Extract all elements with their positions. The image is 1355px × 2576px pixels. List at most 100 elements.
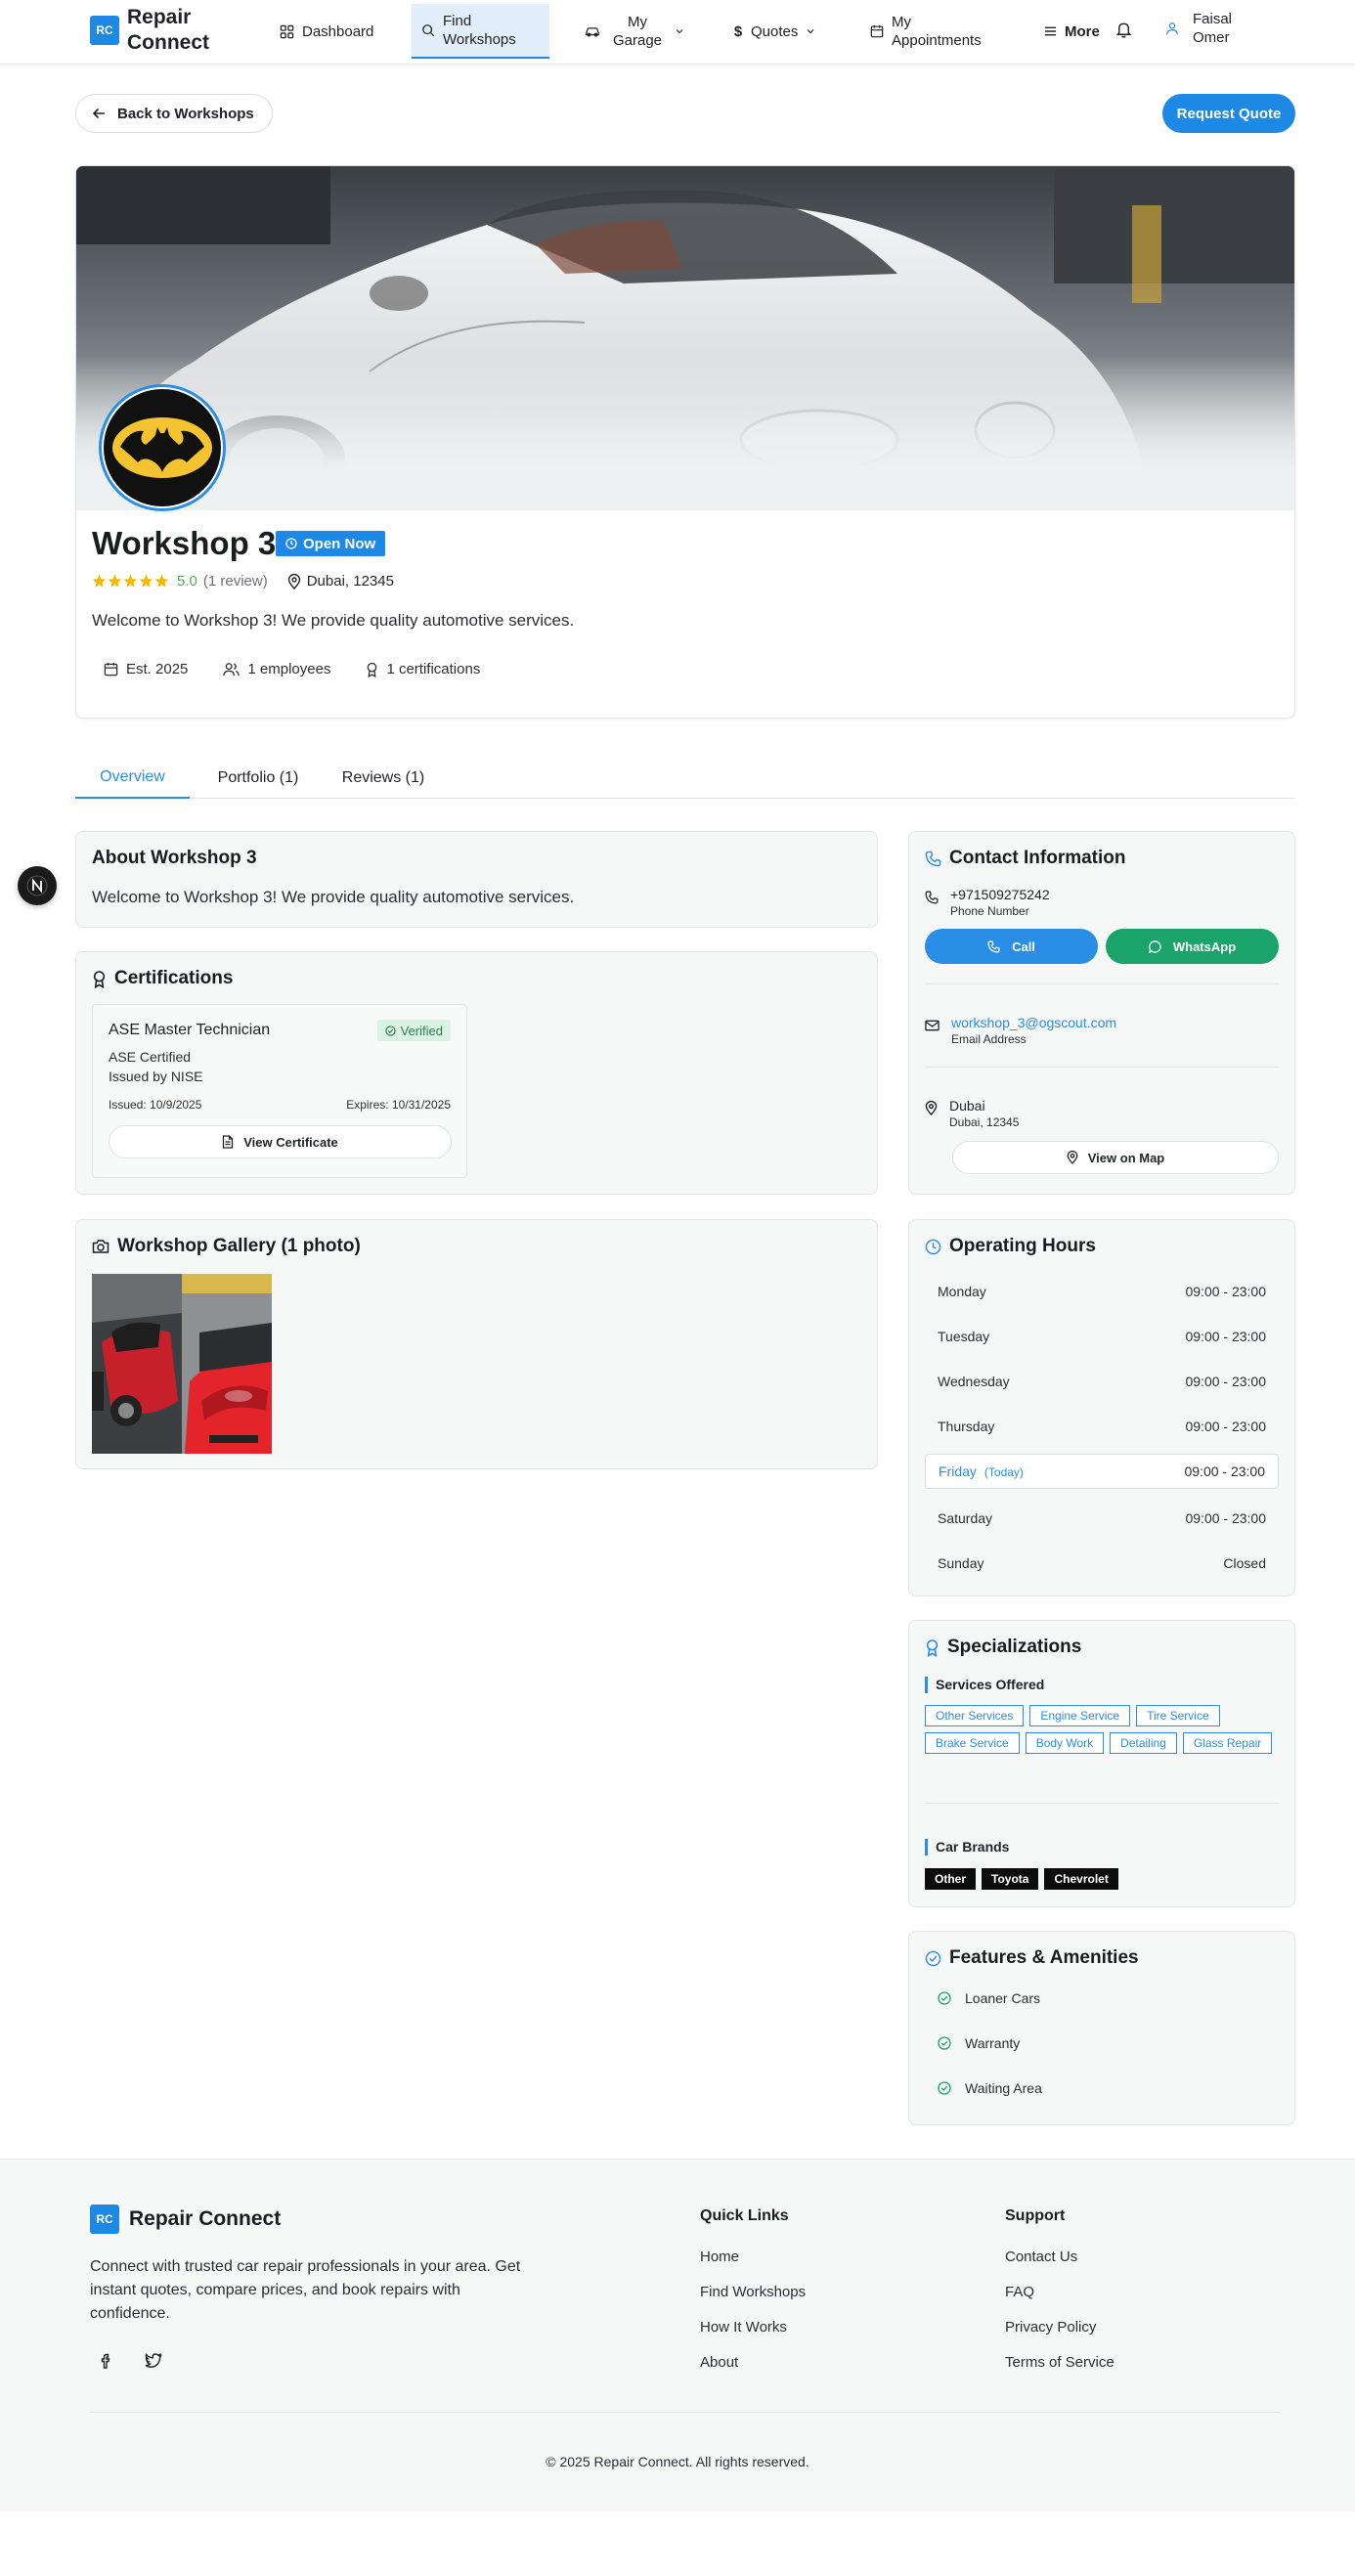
whatsapp-button[interactable]: WhatsApp (1106, 929, 1279, 964)
gallery-title: Workshop Gallery (1 photo) (117, 1236, 361, 1256)
map-pin-icon (287, 573, 301, 589)
contact-phone-row: +971509275242 Phone Number (925, 887, 1050, 918)
nav-my-appointments-label: My Appointments (892, 14, 982, 49)
open-status-badge: Open Now (276, 531, 386, 556)
facebook-icon[interactable] (98, 2353, 113, 2369)
hours-day: Monday (938, 1284, 986, 1299)
nav-quotes[interactable]: $ Quotes (723, 4, 825, 59)
bell-icon[interactable] (1115, 20, 1133, 39)
star-icon (123, 574, 138, 588)
footer-link-faq[interactable]: FAQ (1005, 2284, 1034, 2300)
calendar-icon (870, 24, 884, 38)
contact-email-row: workshop_3@ogscout.com Email Address (925, 1015, 1116, 1046)
today-tag: (Today) (983, 1465, 1024, 1479)
stat-employees: 1 employees (223, 661, 330, 677)
phone-number: +971509275242 (950, 887, 1050, 902)
star-icon (108, 574, 122, 588)
cover-image (76, 166, 1294, 510)
nav-dashboard-label: Dashboard (302, 22, 374, 40)
email-link[interactable]: workshop_3@ogscout.com (951, 1015, 1116, 1030)
gallery-photo[interactable] (92, 1274, 272, 1454)
twitter-icon[interactable] (145, 2353, 162, 2369)
nav-more-label: More (1065, 22, 1100, 40)
brand-chip: Toyota (982, 1868, 1039, 1890)
services-list: Other Services Engine Service Tire Servi… (925, 1705, 1281, 1754)
tab-reviews[interactable]: Reviews (1) (329, 757, 437, 799)
location-text: Dubai, 12345 (306, 573, 394, 589)
hours-row-thursday: Thursday 09:00 - 23:00 (925, 1409, 1279, 1444)
car-brands-heading: Car Brands (925, 1839, 1009, 1856)
footer-description: Connect with trusted car repair professi… (90, 2258, 521, 2322)
user-menu[interactable]: Faisal Omer (1165, 10, 1242, 47)
footer-link-contact[interactable]: Contact Us (1005, 2249, 1077, 2265)
map-pin-icon (1067, 1151, 1078, 1164)
footer-link-home[interactable]: Home (700, 2249, 739, 2265)
hours-day: Wednesday (938, 1374, 1010, 1389)
feature-item: Loaner Cars (938, 1990, 1040, 2006)
nav-my-appointments[interactable]: My Appointments (860, 4, 1009, 59)
top-navbar: RC Repair Connect Dashboard Find Worksho… (0, 0, 1355, 65)
support-title: Support (1005, 2207, 1066, 2224)
profile-tabs: Overview Portfolio (1) Reviews (1) (75, 757, 1295, 799)
footer-link-about[interactable]: About (700, 2354, 738, 2371)
rating-value: 5.0 (177, 573, 197, 589)
footer: RC Repair Connect Connect with trusted c… (0, 2159, 1355, 2511)
certification-item: ASE Master Technician Verified ASE Certi… (92, 1004, 467, 1178)
brand-chip: Chevrolet (1044, 1868, 1118, 1890)
email-label: Email Address (951, 1032, 1027, 1046)
review-count[interactable]: (1 review) (203, 573, 268, 589)
call-button[interactable]: Call (925, 929, 1098, 964)
tab-portfolio[interactable]: Portfolio (1) (199, 757, 317, 799)
hours-time: 09:00 - 23:00 (1185, 1419, 1266, 1434)
view-on-map-button[interactable]: View on Map (952, 1141, 1279, 1174)
nav-my-garage-label: My Garage (612, 14, 663, 49)
request-quote-button[interactable]: Request Quote (1162, 94, 1295, 133)
footer-link-terms[interactable]: Terms of Service (1005, 2354, 1115, 2371)
hours-time: 09:00 - 23:00 (1185, 1374, 1266, 1389)
nav-find-workshops[interactable]: Find Workshops (412, 4, 549, 59)
tab-overview[interactable]: Overview (75, 757, 190, 799)
verified-label: Verified (400, 1023, 443, 1038)
brand[interactable]: RC Repair Connect (90, 5, 225, 56)
brand-logo: RC (90, 16, 119, 45)
view-certificate-button[interactable]: View Certificate (109, 1125, 452, 1158)
service-chip: Other Services (925, 1705, 1025, 1726)
hours-row-wednesday: Wednesday 09:00 - 23:00 (925, 1364, 1279, 1399)
footer-brand-name: Repair Connect (129, 2207, 282, 2230)
address-city: Dubai (949, 1098, 985, 1113)
established-text: Est. 2025 (126, 661, 189, 677)
search-icon (421, 23, 435, 37)
n-logo-icon (26, 875, 48, 896)
nav-quotes-label: Quotes (751, 22, 799, 40)
user-name: Faisal Omer (1193, 11, 1233, 46)
about-title: About Workshop 3 (92, 848, 257, 868)
footer-link-find-workshops[interactable]: Find Workshops (700, 2284, 806, 2300)
star-icon (92, 574, 107, 588)
stat-established: Est. 2025 (104, 661, 188, 677)
users-icon (223, 662, 240, 677)
hours-title: Operating Hours (949, 1236, 1096, 1256)
hours-heading: Operating Hours (925, 1236, 1096, 1257)
dev-tools-button[interactable] (18, 866, 57, 905)
grid-icon (280, 24, 294, 39)
footer-link-privacy[interactable]: Privacy Policy (1005, 2319, 1096, 2336)
hours-row-sunday: Sunday Closed (925, 1546, 1279, 1581)
mail-icon (925, 1020, 940, 1046)
nav-my-garage[interactable]: My Garage (575, 4, 694, 59)
star-rating (92, 574, 169, 589)
open-status-label: Open Now (303, 535, 376, 552)
feature-label: Loaner Cars (965, 1990, 1041, 2006)
nav-dashboard[interactable]: Dashboard (270, 4, 383, 59)
cert-issued-date: Issued: 10/9/2025 (109, 1098, 202, 1112)
check-circle-icon (938, 2036, 951, 2050)
workshop-logo (99, 384, 226, 511)
file-icon (222, 1135, 234, 1149)
gallery-card: Workshop Gallery (1 photo) (75, 1219, 878, 1469)
contact-address-row: Dubai Dubai, 12345 (925, 1098, 1019, 1129)
back-to-workshops-button[interactable]: Back to Workshops (75, 94, 273, 133)
brand-chip: Other (925, 1868, 977, 1890)
view-certificate-label: View Certificate (243, 1134, 338, 1150)
nav-more[interactable]: More (1034, 4, 1110, 59)
services-offered-heading: Services Offered (925, 1677, 1044, 1693)
footer-link-how-it-works[interactable]: How It Works (700, 2319, 787, 2336)
